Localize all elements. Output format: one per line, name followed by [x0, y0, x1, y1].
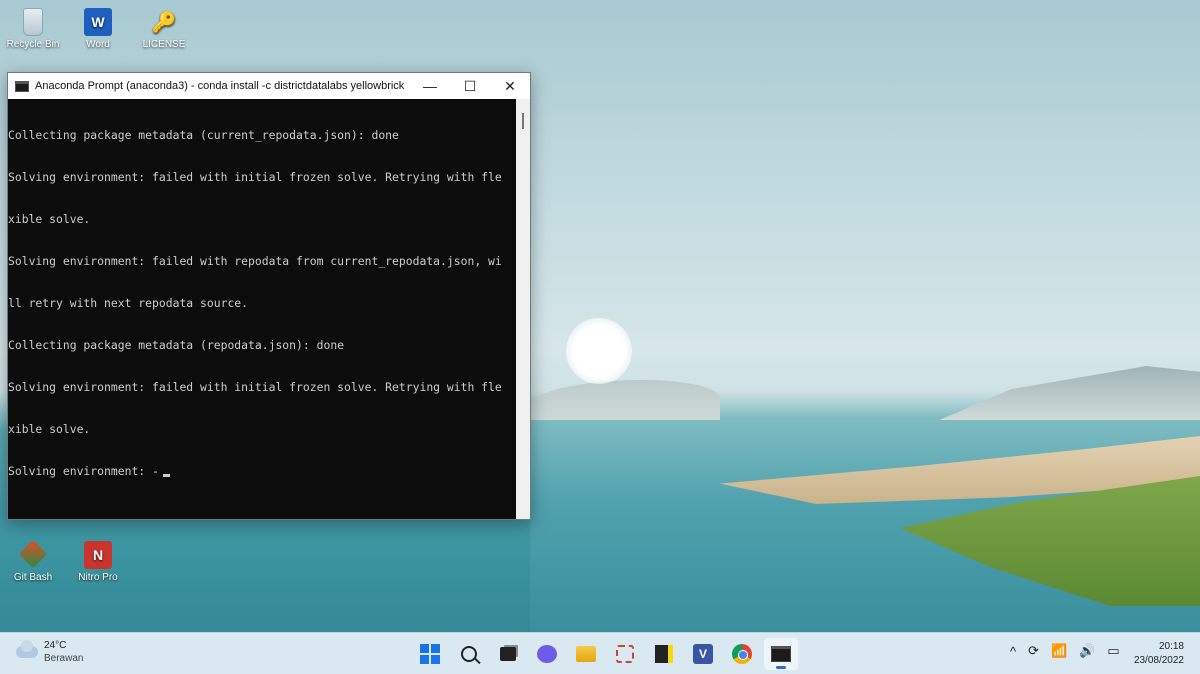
console-line: ll retry with next repodata source. [8, 296, 249, 310]
chevron-up-icon[interactable]: ^ [1010, 644, 1016, 659]
word-icon: W [84, 8, 112, 36]
weather-widget[interactable]: 24°C Berawan [16, 639, 83, 665]
window-titlebar[interactable]: Anaconda Prompt (anaconda3) - conda inst… [8, 73, 530, 99]
clock-time: 20:18 [1158, 641, 1184, 652]
maximize-button[interactable]: ☐ [450, 73, 490, 99]
console-line: Solving environment: failed with initial… [8, 380, 502, 394]
text-cursor [162, 474, 170, 477]
wifi-icon[interactable]: 📶 [1051, 643, 1067, 659]
anaconda-prompt-window[interactable]: Anaconda Prompt (anaconda3) - conda inst… [7, 72, 531, 520]
clock[interactable]: 20:18 23/08/2022 [1134, 640, 1184, 668]
console-output[interactable]: Collecting package metadata (current_rep… [8, 99, 518, 519]
weather-condition: Berawan [44, 653, 84, 664]
start-button[interactable] [413, 638, 447, 670]
scrollbar-thumb[interactable] [522, 113, 524, 129]
license-file-icon: 🔑 [151, 11, 177, 34]
file-explorer-icon [576, 646, 596, 662]
task-view-button[interactable] [491, 638, 525, 670]
terminal-icon [771, 646, 791, 662]
recycle-bin-icon [23, 8, 43, 36]
chrome-button[interactable] [725, 638, 759, 670]
battery-icon[interactable]: ▭ [1107, 643, 1119, 659]
visio-icon: V [693, 644, 713, 664]
console-line: Collecting package metadata (repodata.js… [8, 338, 345, 352]
console-line: xible solve. [8, 212, 91, 226]
task-view-icon [500, 647, 516, 661]
volume-icon[interactable]: 🔊 [1079, 643, 1095, 659]
desktop-icon-license[interactable]: 🔑 LICENSE [133, 8, 195, 51]
window-title: Anaconda Prompt (anaconda3) - conda inst… [35, 80, 405, 92]
cloud-icon [16, 640, 38, 658]
chat-icon [537, 645, 557, 663]
desktop-icon-label: Recycle Bin [6, 39, 60, 50]
taskbar: 24°C Berawan V ^ ⟳ 📶 🔊 ▭ 20:18 23/08/202… [0, 632, 1200, 674]
close-button[interactable]: ✕ [490, 73, 530, 99]
desktop-icon-label: Word [86, 39, 110, 50]
desktop-icon-recycle-bin[interactable]: Recycle Bin [2, 8, 64, 50]
git-bash-icon [18, 539, 48, 568]
sticky-notes-button[interactable] [647, 638, 681, 670]
console-line: Solving environment: failed with initial… [8, 170, 502, 184]
search-icon [461, 646, 477, 662]
terminal-taskbar-button[interactable] [764, 638, 798, 670]
terminal-icon [15, 80, 29, 92]
visio-button[interactable]: V [686, 638, 720, 670]
chat-button[interactable] [530, 638, 564, 670]
system-tray: ^ ⟳ 📶 🔊 ▭ [1010, 643, 1132, 659]
sync-icon[interactable]: ⟳ [1028, 643, 1039, 659]
console-line: Solving environment: failed with repodat… [8, 254, 502, 268]
desktop-icon-label: Git Bash [13, 572, 53, 583]
console-line: xible solve. [8, 422, 91, 436]
start-icon [420, 644, 440, 664]
desktop-icon-git-bash[interactable]: Git Bash [2, 539, 64, 583]
wallpaper-hill [530, 380, 720, 424]
vertical-scrollbar[interactable] [516, 99, 530, 519]
file-explorer-button[interactable] [569, 638, 603, 670]
taskbar-apps: V [413, 638, 803, 670]
desktop-icon-nitro-pro[interactable]: N Nitro Pro [67, 541, 129, 583]
search-button[interactable] [452, 638, 486, 670]
snipping-tool-button[interactable] [608, 638, 642, 670]
console-line-text: Solving environment: - [8, 464, 159, 478]
wallpaper-sun [566, 318, 632, 384]
nitro-pro-icon: N [84, 541, 112, 569]
wallpaper-mountain [930, 366, 1200, 424]
weather-temperature: 24°C [44, 640, 67, 651]
minimize-button[interactable]: — [410, 73, 450, 99]
desktop-icon-label: Nitro Pro [78, 572, 118, 583]
clock-date: 23/08/2022 [1133, 655, 1184, 666]
desktop-icon-label: LICENSE [142, 39, 186, 50]
snipping-tool-icon [616, 645, 634, 663]
chrome-icon [732, 644, 752, 664]
desktop-icon-word[interactable]: W Word [67, 8, 129, 50]
sticky-notes-icon [655, 645, 673, 663]
console-line-current: Solving environment: - [8, 464, 518, 478]
console-line: Collecting package metadata (current_rep… [8, 128, 399, 142]
